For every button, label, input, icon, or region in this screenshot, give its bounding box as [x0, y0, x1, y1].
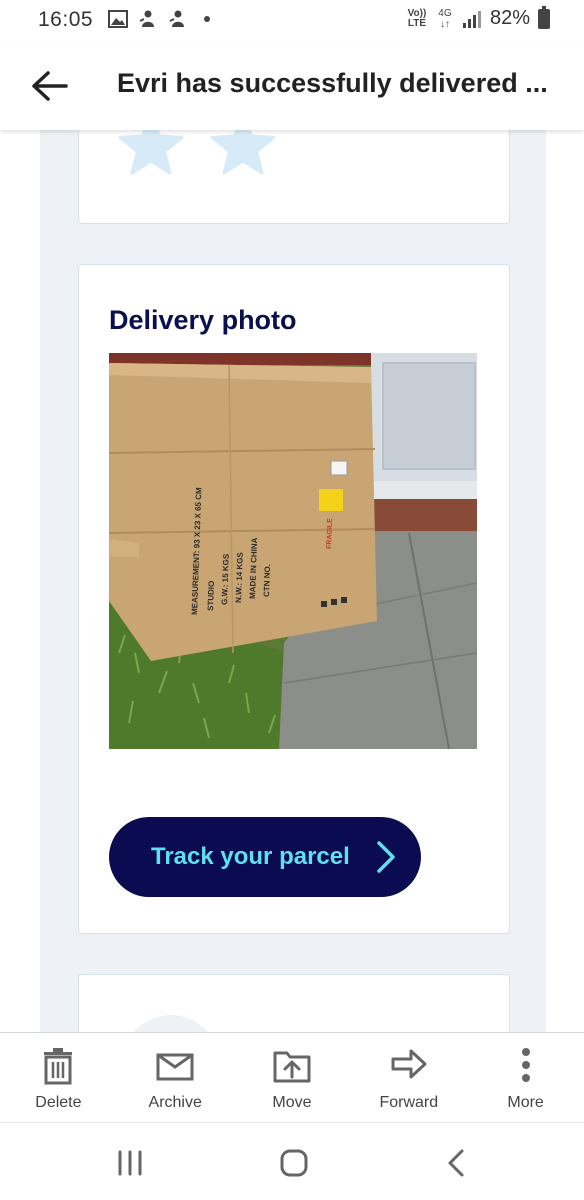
forward-arrow-icon: [391, 1049, 427, 1079]
track-parcel-label: Track your parcel: [151, 843, 350, 870]
chevron-right-icon: [377, 841, 395, 873]
more-button[interactable]: More: [467, 1033, 584, 1123]
volte-line2: LTE: [407, 17, 427, 29]
status-notification-icons: [108, 9, 210, 29]
delivery-photo-image: MEASUREMENT: 93 X 23 X 65 CM STUDIO G.W.…: [109, 353, 477, 749]
forward-button[interactable]: Forward: [350, 1033, 467, 1123]
delete-button[interactable]: Delete: [0, 1033, 117, 1123]
box-marking-fragile: FRAGILE: [326, 518, 334, 549]
more-vertical-icon: [521, 1048, 530, 1082]
archive-icon: [156, 1053, 194, 1081]
forward-label: Forward: [379, 1094, 439, 1111]
email-subject: Evri has successfully delivered ...: [117, 68, 548, 98]
box-marking-gw: G.W.: 15 KGS: [220, 553, 231, 605]
network-type: 4G ↓↑: [436, 8, 454, 30]
system-navigation-bar: [0, 1122, 584, 1200]
section-icon-circle: [123, 1015, 219, 1032]
back-icon[interactable]: [438, 1147, 478, 1179]
notification-icon: [169, 10, 184, 27]
gallery-icon: [108, 10, 128, 28]
battery-icon: [538, 5, 550, 29]
delete-label: Delete: [35, 1094, 82, 1111]
box-marking-studio: STUDIO: [206, 581, 216, 612]
archive-button[interactable]: Archive: [117, 1033, 234, 1123]
box-marking-nw: N.W.: 14 KGS: [234, 551, 245, 603]
volte-line1: Vo)): [407, 7, 427, 19]
dot-icon: [204, 16, 210, 22]
app-header: Evri has successfully delivered ...: [0, 42, 584, 130]
notification-icon: [139, 10, 154, 27]
status-time: 16:05: [38, 8, 94, 31]
track-parcel-button[interactable]: Track your parcel: [109, 817, 421, 897]
move-button[interactable]: Move: [234, 1033, 351, 1123]
back-button[interactable]: [26, 64, 74, 108]
archive-label: Archive: [148, 1094, 202, 1111]
email-action-toolbar: Delete Archive Move Forward More: [0, 1032, 584, 1122]
signal-icon: [462, 10, 481, 28]
delivery-photo-title: Delivery photo: [109, 305, 297, 335]
delivery-photo[interactable]: MEASUREMENT: 93 X 23 X 65 CM STUDIO G.W.…: [109, 353, 477, 749]
star-icon[interactable]: [117, 130, 185, 177]
rating-card: [78, 130, 510, 224]
more-label: More: [507, 1094, 544, 1111]
volte-indicator: Vo)) LTE: [406, 7, 428, 29]
recent-apps-icon[interactable]: [110, 1147, 150, 1179]
status-bar: 16:05 Vo)) LTE 4G ↓↑ 82%: [0, 0, 584, 42]
move-icon: [273, 1051, 311, 1083]
move-label: Move: [272, 1094, 312, 1111]
battery-percent: 82%: [489, 7, 530, 29]
network-line2: ↓↑: [439, 18, 450, 30]
trash-icon: [44, 1048, 73, 1085]
home-icon[interactable]: [274, 1147, 314, 1179]
next-section-card: [78, 974, 510, 1032]
status-system-icons: Vo)) LTE 4G ↓↑ 82%: [406, 5, 550, 30]
arrow-left-icon: [32, 71, 68, 101]
email-content[interactable]: Delivery photo MEASUREMENT: 93 X 23 X 65…: [0, 130, 584, 1032]
delivery-photo-card: Delivery photo MEASUREMENT: 93 X 23 X 65…: [78, 264, 510, 934]
star-icon[interactable]: [209, 130, 277, 177]
box-marking-ctn: CTN NO.: [262, 564, 272, 597]
network-line1: 4G: [438, 7, 452, 19]
